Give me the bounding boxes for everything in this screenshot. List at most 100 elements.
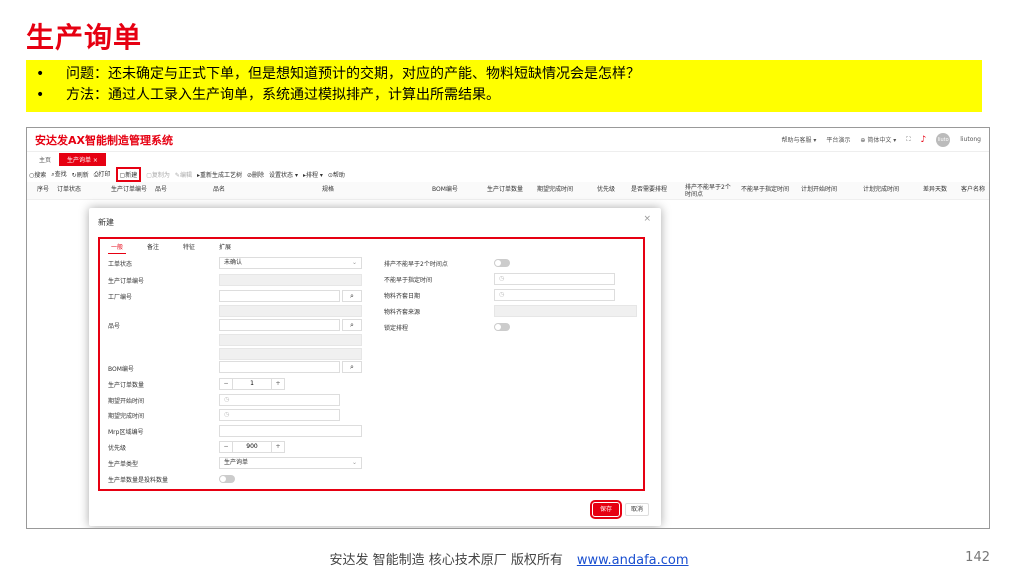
expected-start-field[interactable]: ◷ xyxy=(219,394,340,406)
slide: 生产询单 • 问题：还未确定与正式下单，但是想知道预计的交期，对应的产能、物料短… xyxy=(0,0,1018,572)
quantity-value[interactable]: 1 xyxy=(233,378,271,390)
clock-icon: ◷ xyxy=(499,275,505,282)
clock-icon: ◷ xyxy=(224,411,230,418)
help-button[interactable]: ⊙帮助 xyxy=(328,170,345,179)
priority-value[interactable]: 900 xyxy=(233,441,271,453)
no-earlier-two-label: 排产不能早于2个时间点 xyxy=(384,261,448,268)
tab-features[interactable]: 特征 xyxy=(180,240,198,254)
lock-schedule-label: 锁定排程 xyxy=(384,325,409,332)
column-header[interactable]: 计划完成时间 xyxy=(863,186,899,193)
app-title: 安达发AX智能制造管理系统 xyxy=(35,133,173,147)
factory-no-field[interactable] xyxy=(219,290,340,302)
find-button[interactable]: ⌕查找 xyxy=(51,169,66,179)
material-date-field[interactable]: ◷ xyxy=(494,289,615,301)
column-header[interactable]: 客户名称 xyxy=(961,186,985,193)
edit-button[interactable]: ✎编辑 xyxy=(175,170,192,179)
column-header[interactable]: 序号 xyxy=(37,186,49,193)
cancel-button[interactable]: 取消 xyxy=(625,503,649,516)
bell-icon[interactable]: ♪ xyxy=(920,135,926,145)
help-menu[interactable]: 帮助与客服 ▾ xyxy=(781,135,816,144)
column-header[interactable]: 期望完成时间 xyxy=(537,186,573,193)
item-no-field[interactable] xyxy=(219,319,340,331)
priority-stepper[interactable]: − 900 + xyxy=(219,441,285,453)
increment-button[interactable]: + xyxy=(271,378,285,390)
lock-schedule-toggle[interactable] xyxy=(494,323,510,331)
slide-title: 生产询单 xyxy=(26,21,143,54)
search-icon[interactable]: ⌕ xyxy=(342,361,362,373)
tab-production-inquiry[interactable]: 生产询单 × xyxy=(59,153,106,166)
quantity-label: 生产订单数量 xyxy=(108,382,145,389)
column-header[interactable]: 差异天数 xyxy=(923,186,947,193)
refresh-button[interactable]: ↻刷新 xyxy=(72,170,89,179)
quantity-stepper[interactable]: − 1 + xyxy=(219,378,285,390)
bullet-box: • 问题：还未确定与正式下单，但是想知道预计的交期，对应的产能、物料短缺情况会是… xyxy=(26,60,982,112)
item-spec-field xyxy=(219,348,362,360)
copy-as-button[interactable]: ▢复制为 xyxy=(146,170,170,179)
feed-qty-toggle[interactable] xyxy=(219,475,235,483)
order-type-select[interactable]: 生产询单 ⌄ xyxy=(219,457,362,469)
factory-no-label: 工厂编号 xyxy=(108,294,133,301)
column-header[interactable]: 订单状态 xyxy=(57,186,81,193)
bom-no-field[interactable] xyxy=(219,361,340,373)
mrp-zone-field[interactable] xyxy=(219,425,362,437)
search-icon[interactable]: ⌕ xyxy=(342,290,362,302)
column-header[interactable]: 品名 xyxy=(213,186,225,193)
toolbar-label: 刷新 xyxy=(76,171,89,179)
column-header[interactable]: 生产订单数量 xyxy=(487,186,523,193)
column-header[interactable]: BOM编号 xyxy=(432,186,458,193)
footer-text: 安达发 智能制造 核心技术原厂 版权所有 xyxy=(329,553,563,568)
order-status-value: 未确认 xyxy=(224,259,243,266)
decrement-button[interactable]: − xyxy=(219,378,233,390)
schedule-menu[interactable]: ▸排程 ▾ xyxy=(303,170,323,179)
search-button[interactable]: ○搜索 xyxy=(29,170,46,179)
order-no-field[interactable] xyxy=(219,274,362,286)
order-status-label: 工单状态 xyxy=(108,261,133,268)
decrement-button[interactable]: − xyxy=(219,441,233,453)
clock-icon: ◷ xyxy=(224,396,230,403)
column-header[interactable]: 排产不能早于2个时间点 xyxy=(685,184,733,198)
tab-general[interactable]: 一般 xyxy=(108,240,127,254)
column-header[interactable]: 规格 xyxy=(322,186,334,193)
page-number: 142 xyxy=(965,550,990,565)
fullscreen-icon[interactable]: ⛶ xyxy=(906,136,910,144)
no-earlier-two-toggle[interactable] xyxy=(494,259,510,267)
column-header[interactable]: 是否需要排程 xyxy=(631,186,667,193)
feed-qty-label: 生产单数量是投料数量 xyxy=(108,477,169,484)
priority-label: 优先级 xyxy=(108,445,127,452)
search-icon[interactable]: ⌕ xyxy=(342,319,362,331)
chevron-down-icon: ⌄ xyxy=(351,459,357,466)
set-status-menu[interactable]: 设置状态 ▾ xyxy=(269,170,298,179)
language-select[interactable]: ⊕ 简体中文 ▾ xyxy=(860,135,896,144)
toolbar-label: 新建 xyxy=(125,171,138,179)
expected-finish-field[interactable]: ◷ xyxy=(219,409,340,421)
tab-home[interactable]: 主页 xyxy=(31,153,59,166)
chevron-down-icon: ⌄ xyxy=(351,259,357,266)
footer-link[interactable]: www.andafa.com xyxy=(577,553,689,568)
order-status-select[interactable]: 未确认 ⌄ xyxy=(219,257,362,269)
order-type-label: 生产单类型 xyxy=(108,461,139,468)
tab-extension[interactable]: 扩展 xyxy=(216,240,234,254)
increment-button[interactable]: + xyxy=(271,441,285,453)
toolbar-label: 打印 xyxy=(98,171,111,178)
avatar[interactable]: liuto xyxy=(936,132,951,147)
toolbar-label: 帮助 xyxy=(332,171,345,179)
close-icon[interactable]: × xyxy=(643,214,651,224)
platform-demo-link[interactable]: 平台演示 xyxy=(826,135,850,144)
regenerate-tree-button[interactable]: ▸重新生成工艺树 xyxy=(197,170,242,179)
column-header[interactable]: 不能早于指定时间 xyxy=(741,186,789,193)
column-header[interactable]: 生产订单编号 xyxy=(111,186,147,193)
tab-remarks[interactable]: 备注 xyxy=(144,240,162,254)
column-header[interactable]: 计划开始时间 xyxy=(801,186,837,193)
no-earlier-time-field[interactable]: ◷ xyxy=(494,273,615,285)
save-button[interactable]: 保存 xyxy=(590,500,622,519)
item-name-field xyxy=(219,334,362,346)
print-button[interactable]: ⎙打印 xyxy=(94,169,111,179)
delete-button[interactable]: ⊘删除 xyxy=(247,170,264,179)
bullet-marker: • xyxy=(36,87,45,103)
app-header: 安达发AX智能制造管理系统 帮助与客服 ▾ 平台演示 ⊕ 简体中文 ▾ ⛶ ♪ … xyxy=(27,128,989,152)
form-tabs: 一般 备注 特征 扩展 xyxy=(108,240,234,254)
column-header[interactable]: 优先级 xyxy=(597,186,615,193)
column-header[interactable]: 品号 xyxy=(155,186,167,193)
bom-no-label: BOM编号 xyxy=(108,366,134,373)
new-button[interactable]: ▢新建 xyxy=(115,166,142,182)
